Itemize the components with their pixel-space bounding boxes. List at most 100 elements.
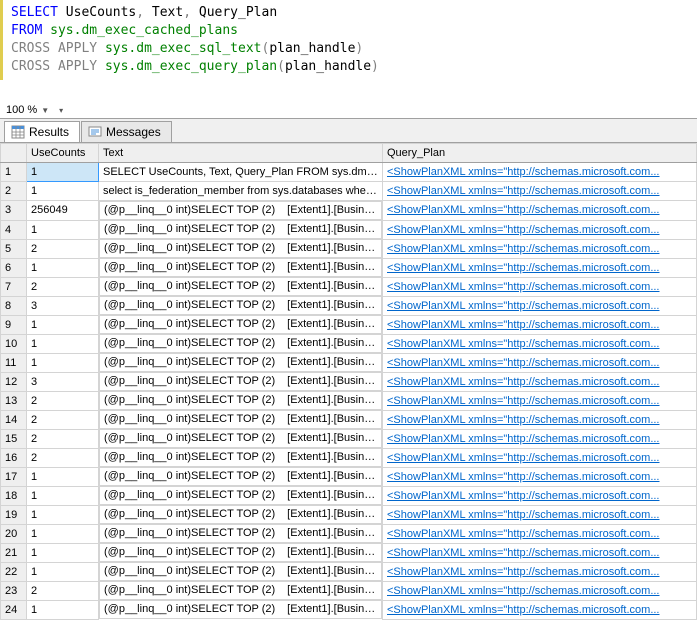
cell-text[interactable]: (@p__linq__0 int)SELECT TOP (2)[Extent1]… (99, 448, 382, 467)
results-grid[interactable]: UseCounts Text Query_Plan 11SELECT UseCo… (0, 143, 697, 620)
cell-usecounts[interactable]: 1 (27, 524, 99, 543)
sql-line[interactable]: CROSS APPLY sys.dm_exec_query_plan(plan_… (11, 58, 697, 76)
cell-text[interactable]: (@p__linq__0 int)SELECT TOP (2)[Extent1]… (99, 372, 382, 391)
cell-text[interactable]: (@p__linq__0 int)SELECT TOP (2)[Extent1]… (99, 239, 382, 258)
cell-queryplan[interactable]: <ShowPlanXML xmlns="http://schemas.micro… (383, 410, 697, 429)
corner-header[interactable] (1, 144, 27, 163)
row-number[interactable]: 12 (1, 372, 27, 391)
row-number[interactable]: 21 (1, 543, 27, 562)
sql-line[interactable]: CROSS APPLY sys.dm_exec_sql_text(plan_ha… (11, 40, 697, 58)
table-row[interactable]: 123(@p__linq__0 int)SELECT TOP (2)[Exten… (1, 372, 697, 391)
showplan-link[interactable]: <ShowPlanXML xmlns="http://schemas.micro… (387, 300, 660, 312)
cell-usecounts[interactable]: 1 (27, 543, 99, 562)
table-row[interactable]: 132(@p__linq__0 int)SELECT TOP (2)[Exten… (1, 391, 697, 410)
cell-text[interactable]: (@p__linq__0 int)SELECT TOP (2)[Extent1]… (99, 353, 382, 372)
cell-usecounts[interactable]: 3 (27, 296, 99, 315)
cell-text[interactable]: (@p__linq__0 int)SELECT TOP (2)[Extent1]… (99, 258, 382, 277)
cell-queryplan[interactable]: <ShowPlanXML xmlns="http://schemas.micro… (383, 562, 697, 581)
row-number[interactable]: 3 (1, 201, 27, 221)
showplan-link[interactable]: <ShowPlanXML xmlns="http://schemas.micro… (387, 376, 660, 388)
row-number[interactable]: 13 (1, 391, 27, 410)
cell-usecounts[interactable]: 2 (27, 410, 99, 429)
cell-queryplan[interactable]: <ShowPlanXML xmlns="http://schemas.micro… (383, 524, 697, 543)
cell-text[interactable]: (@p__linq__0 int)SELECT TOP (2)[Extent1]… (99, 201, 382, 220)
cell-queryplan[interactable]: <ShowPlanXML xmlns="http://schemas.micro… (383, 296, 697, 315)
cell-text[interactable]: (@p__linq__0 int)SELECT TOP (2)[Extent1]… (99, 410, 382, 429)
showplan-link[interactable]: <ShowPlanXML xmlns="http://schemas.micro… (387, 281, 660, 293)
cell-text[interactable]: (@p__linq__0 int)SELECT TOP (2)[Extent1]… (99, 467, 382, 486)
showplan-link[interactable]: <ShowPlanXML xmlns="http://schemas.micro… (387, 338, 660, 350)
cell-usecounts[interactable]: 2 (27, 277, 99, 296)
cell-text[interactable]: (@p__linq__0 int)SELECT TOP (2)[Extent1]… (99, 600, 382, 619)
showplan-link[interactable]: <ShowPlanXML xmlns="http://schemas.micro… (387, 262, 660, 274)
cell-queryplan[interactable]: <ShowPlanXML xmlns="http://schemas.micro… (383, 334, 697, 353)
row-number[interactable]: 11 (1, 353, 27, 372)
cell-queryplan[interactable]: <ShowPlanXML xmlns="http://schemas.micro… (383, 277, 697, 296)
row-number[interactable]: 5 (1, 239, 27, 258)
cell-usecounts[interactable]: 1 (27, 353, 99, 372)
cell-usecounts[interactable]: 1 (27, 486, 99, 505)
cell-text[interactable]: select is_federation_member from sys.dat… (99, 182, 383, 201)
cell-text[interactable]: (@p__linq__0 int)SELECT TOP (2)[Extent1]… (99, 391, 382, 410)
cell-queryplan[interactable]: <ShowPlanXML xmlns="http://schemas.micro… (383, 163, 697, 182)
cell-queryplan[interactable]: <ShowPlanXML xmlns="http://schemas.micro… (383, 372, 697, 391)
cell-queryplan[interactable]: <ShowPlanXML xmlns="http://schemas.micro… (383, 201, 697, 221)
showplan-link[interactable]: <ShowPlanXML xmlns="http://schemas.micro… (387, 166, 660, 178)
table-row[interactable]: 83(@p__linq__0 int)SELECT TOP (2)[Extent… (1, 296, 697, 315)
col-header-queryplan[interactable]: Query_Plan (383, 144, 697, 163)
cell-text[interactable]: (@p__linq__0 int)SELECT TOP (2)[Extent1]… (99, 334, 382, 353)
table-row[interactable]: 72(@p__linq__0 int)SELECT TOP (2)[Extent… (1, 277, 697, 296)
cell-usecounts[interactable]: 2 (27, 391, 99, 410)
table-row[interactable]: 232(@p__linq__0 int)SELECT TOP (2)[Exten… (1, 581, 697, 600)
showplan-link[interactable]: <ShowPlanXML xmlns="http://schemas.micro… (387, 471, 660, 483)
table-row[interactable]: 111(@p__linq__0 int)SELECT TOP (2)[Exten… (1, 353, 697, 372)
cell-text[interactable]: (@p__linq__0 int)SELECT TOP (2)[Extent1]… (99, 581, 382, 600)
cell-usecounts[interactable]: 1 (27, 182, 99, 201)
tab-messages[interactable]: Messages (81, 121, 172, 142)
row-number[interactable]: 19 (1, 505, 27, 524)
cell-text[interactable]: (@p__linq__0 int)SELECT TOP (2)[Extent1]… (99, 296, 382, 315)
cell-usecounts[interactable]: 1 (27, 334, 99, 353)
cell-usecounts[interactable]: 1 (27, 315, 99, 334)
cell-text[interactable]: (@p__linq__0 int)SELECT TOP (2)[Extent1]… (99, 562, 382, 581)
cell-usecounts[interactable]: 256049 (27, 201, 99, 221)
cell-usecounts[interactable]: 1 (27, 600, 99, 619)
showplan-link[interactable]: <ShowPlanXML xmlns="http://schemas.micro… (387, 528, 660, 540)
row-number[interactable]: 16 (1, 448, 27, 467)
cell-queryplan[interactable]: <ShowPlanXML xmlns="http://schemas.micro… (383, 429, 697, 448)
row-number[interactable]: 17 (1, 467, 27, 486)
table-row[interactable]: 241(@p__linq__0 int)SELECT TOP (2)[Exten… (1, 600, 697, 619)
row-number[interactable]: 8 (1, 296, 27, 315)
table-row[interactable]: 191(@p__linq__0 int)SELECT TOP (2)[Exten… (1, 505, 697, 524)
cell-queryplan[interactable]: <ShowPlanXML xmlns="http://schemas.micro… (383, 448, 697, 467)
cell-usecounts[interactable]: 1 (27, 562, 99, 581)
cell-text[interactable]: (@p__linq__0 int)SELECT TOP (2)[Extent1]… (99, 524, 382, 543)
showplan-link[interactable]: <ShowPlanXML xmlns="http://schemas.micro… (387, 452, 660, 464)
table-row[interactable]: 162(@p__linq__0 int)SELECT TOP (2)[Exten… (1, 448, 697, 467)
cell-usecounts[interactable]: 2 (27, 429, 99, 448)
showplan-link[interactable]: <ShowPlanXML xmlns="http://schemas.micro… (387, 414, 660, 426)
table-row[interactable]: 11SELECT UseCounts, Text, Query_Plan FRO… (1, 163, 697, 182)
showplan-link[interactable]: <ShowPlanXML xmlns="http://schemas.micro… (387, 566, 660, 578)
cell-queryplan[interactable]: <ShowPlanXML xmlns="http://schemas.micro… (383, 543, 697, 562)
showplan-link[interactable]: <ShowPlanXML xmlns="http://schemas.micro… (387, 395, 660, 407)
cell-queryplan[interactable]: <ShowPlanXML xmlns="http://schemas.micro… (383, 486, 697, 505)
showplan-link[interactable]: <ShowPlanXML xmlns="http://schemas.micro… (387, 185, 660, 197)
row-number[interactable]: 10 (1, 334, 27, 353)
showplan-link[interactable]: <ShowPlanXML xmlns="http://schemas.micro… (387, 319, 660, 331)
table-row[interactable]: 91(@p__linq__0 int)SELECT TOP (2)[Extent… (1, 315, 697, 334)
cell-queryplan[interactable]: <ShowPlanXML xmlns="http://schemas.micro… (383, 391, 697, 410)
cell-text[interactable]: (@p__linq__0 int)SELECT TOP (2)[Extent1]… (99, 277, 382, 296)
table-row[interactable]: 171(@p__linq__0 int)SELECT TOP (2)[Exten… (1, 467, 697, 486)
table-row[interactable]: 52(@p__linq__0 int)SELECT TOP (2)[Extent… (1, 239, 697, 258)
table-row[interactable]: 3256049(@p__linq__0 int)SELECT TOP (2)[E… (1, 201, 697, 221)
showplan-link[interactable]: <ShowPlanXML xmlns="http://schemas.micro… (387, 547, 660, 559)
row-number[interactable]: 23 (1, 581, 27, 600)
col-header-usecounts[interactable]: UseCounts (27, 144, 99, 163)
table-row[interactable]: 101(@p__linq__0 int)SELECT TOP (2)[Exten… (1, 334, 697, 353)
showplan-link[interactable]: <ShowPlanXML xmlns="http://schemas.micro… (387, 357, 660, 369)
showplan-link[interactable]: <ShowPlanXML xmlns="http://schemas.micro… (387, 204, 660, 216)
table-row[interactable]: 152(@p__linq__0 int)SELECT TOP (2)[Exten… (1, 429, 697, 448)
cell-queryplan[interactable]: <ShowPlanXML xmlns="http://schemas.micro… (383, 220, 697, 239)
zoom-value[interactable]: 100 % (6, 104, 37, 116)
